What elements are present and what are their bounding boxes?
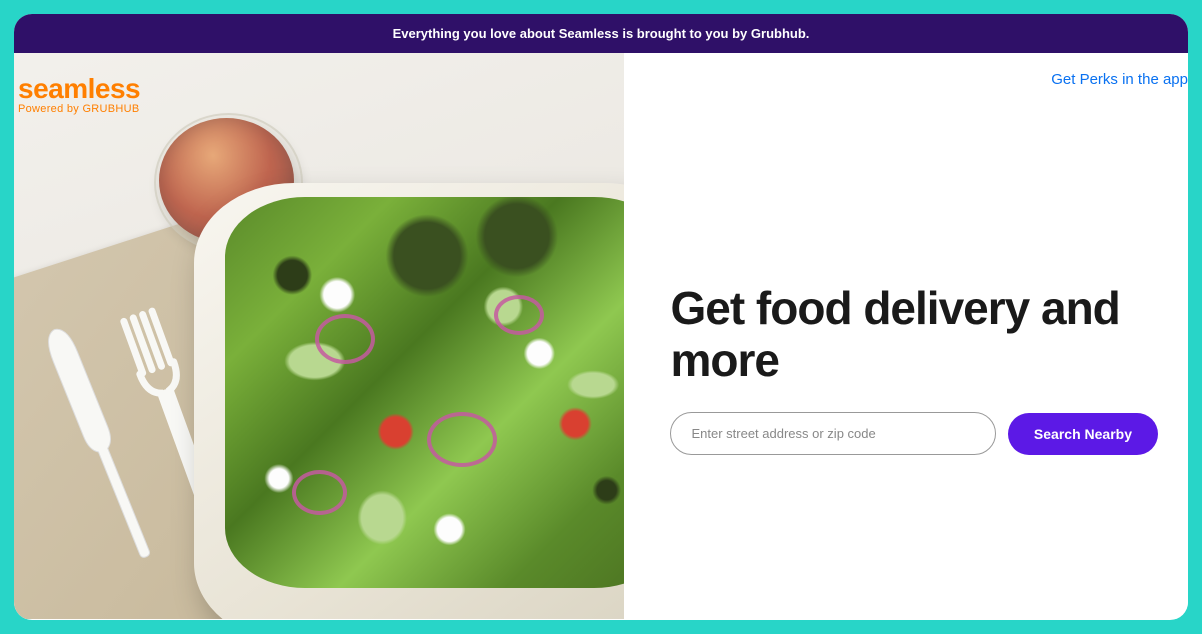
page-viewport: Everything you love about Seamless is br… <box>14 14 1188 620</box>
announcement-banner: Everything you love about Seamless is br… <box>14 14 1188 53</box>
hero-title: Get food delivery and more <box>670 283 1158 386</box>
brand-logo[interactable]: seamless Powered by GRUBHUB <box>18 73 140 115</box>
search-nearby-button[interactable]: Search Nearby <box>1008 413 1158 455</box>
logo-subtext: Powered by GRUBHUB <box>18 103 140 115</box>
perks-link[interactable]: Get Perks in the app <box>1051 71 1188 88</box>
hero-section: Get food delivery and more Search Nearby <box>654 283 1158 455</box>
salad-bowl-icon <box>194 183 624 619</box>
hero-image-panel: seamless Powered by GRUBHUB <box>14 53 624 619</box>
address-input[interactable] <box>670 412 995 455</box>
food-scene-illustration <box>14 53 624 619</box>
search-row: Search Nearby <box>670 412 1158 455</box>
banner-text: Everything you love about Seamless is br… <box>393 26 810 41</box>
main-content: seamless Powered by GRUBHUB Get Perks in… <box>14 53 1188 619</box>
logo-brand-name: seamless <box>18 73 140 105</box>
perks-link-text: Get Perks in the app <box>1051 71 1188 88</box>
hero-content-panel: Get Perks in the app Get food delivery a… <box>624 53 1188 619</box>
